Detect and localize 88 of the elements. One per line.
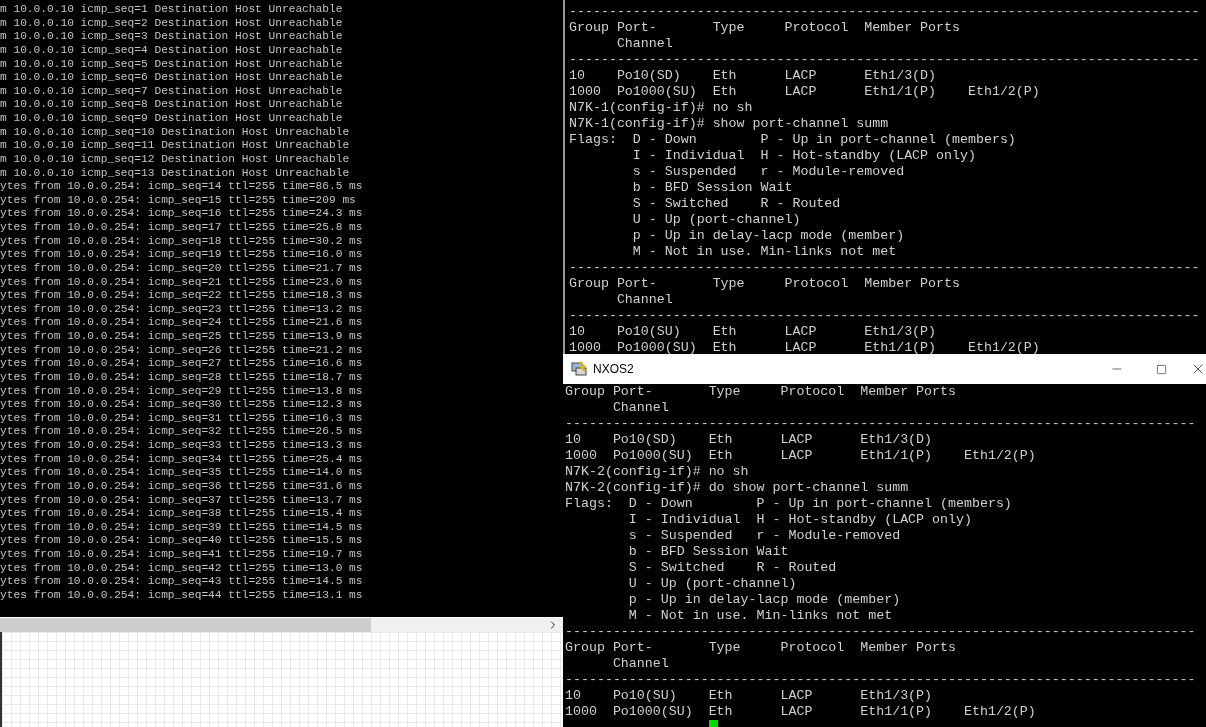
terminal-line: Flags: D - Down P - Up in port-channel (members)	[569, 132, 1016, 148]
terminal-line: ytes from 10.0.0.254: icmp_seq=25 ttl=255 time=13.9 ms	[0, 330, 363, 344]
terminal-line: U - Up (port-channel)	[631, 212, 801, 228]
terminal-line: ytes from 10.0.0.254: icmp_seq=32 ttl=255 time=26.5 ms	[0, 425, 363, 439]
terminal-line: ytes from 10.0.0.254: icmp_seq=41 ttl=255 time=19.7 ms	[0, 548, 363, 562]
terminal-line: S - Switched R - Routed	[631, 196, 841, 212]
terminal-line: m 10.0.0.10 icmp_seq=4 Destination Host Unreachable	[0, 43, 343, 58]
terminal-line: b - BFD Session Wait	[627, 544, 789, 560]
terminal-line: m 10.0.0.10 icmp_seq=9 Destination Host Unreachable	[0, 112, 343, 126]
terminal-line: Group Port- Type Protocol Member Ports	[569, 20, 960, 36]
terminal-line: -------------------------------------------------------------------------------	[569, 260, 1200, 276]
terminal-line: 1000 Po1000(SU) Eth LACP Eth1/1(P) Eth1/2(P)	[565, 704, 1036, 720]
terminal-line: ytes from 10.0.0.254: icmp_seq=37 ttl=255 time=13.7 ms	[0, 493, 363, 508]
terminal-line: m 10.0.0.10 icmp_seq=3 Destination Host Unreachable	[0, 30, 343, 44]
terminal-line: Channel	[615, 292, 673, 308]
terminal-line: N7K-1(config-if)# no sh	[569, 100, 753, 116]
terminal-line: -------------------------------------------------------------------------------	[569, 308, 1200, 324]
terminal-line: -------------------------------------------------------------------------------	[569, 4, 1200, 20]
terminal-line: ytes from 10.0.0.254: icmp_seq=19 ttl=255 time=16.0 ms	[0, 248, 363, 262]
terminal-line: ytes from 10.0.0.254: icmp_seq=30 ttl=255 time=12.3 ms	[0, 398, 363, 412]
terminal-line: M - Not in use. Min-links not met	[631, 244, 897, 260]
terminal-line: ytes from 10.0.0.254: icmp_seq=28 ttl=255 time=18.7 ms	[0, 370, 363, 385]
terminal-line: Group Port- Type Protocol Member Ports	[565, 640, 956, 656]
terminal-line: Flags: D - Down P - Up in port-channel (members)	[565, 496, 1012, 512]
terminal-line: Group Port- Type Protocol Member Ports	[569, 276, 960, 292]
terminal-line: ytes from 10.0.0.254: icmp_seq=24 ttl=255 time=21.6 ms	[0, 316, 363, 330]
terminal-line: ytes from 10.0.0.254: icmp_seq=23 ttl=255 time=13.2 ms	[0, 302, 363, 317]
window-title: NXOS2	[593, 362, 634, 376]
terminal-line: m 10.0.0.10 icmp_seq=2 Destination Host Unreachable	[0, 16, 343, 31]
terminal-line: ytes from 10.0.0.254: icmp_seq=20 ttl=255 time=21.7 ms	[0, 261, 363, 276]
terminal-line: ytes from 10.0.0.254: icmp_seq=29 ttl=255 time=13.8 ms	[0, 384, 363, 399]
terminal-line: S - Switched R - Routed	[627, 560, 837, 576]
terminal-line: 10 Po10(SD) Eth LACP Eth1/3(D)	[565, 432, 933, 448]
terminal-line: N7K-1(config-if)# show port-channel summ	[569, 116, 889, 132]
terminal-line: ytes from 10.0.0.254: icmp_seq=26 ttl=255 time=21.2 ms	[0, 343, 363, 358]
terminal-line: m 10.0.0.10 icmp_seq=10 Destination Host Unreachable	[0, 125, 350, 140]
terminal-line: ytes from 10.0.0.254: icmp_seq=18 ttl=255 time=30.2 ms	[0, 234, 363, 249]
terminal-line: ytes from 10.0.0.254: icmp_seq=31 ttl=255 time=16.3 ms	[0, 411, 363, 426]
terminal-line: Channel	[611, 656, 669, 672]
terminal-line: ytes from 10.0.0.254: icmp_seq=17 ttl=255 time=25.8 ms	[0, 221, 363, 235]
terminal-line: -------------------------------------------------------------------------------	[569, 52, 1200, 68]
terminal-line: Channel	[611, 400, 669, 416]
terminal-line: m 10.0.0.10 icmp_seq=13 Destination Host Unreachable	[0, 166, 350, 181]
terminal-line: ytes from 10.0.0.254: icmp_seq=15 ttl=255 time=209 ms	[0, 193, 356, 208]
terminal-line: ytes from 10.0.0.254: icmp_seq=38 ttl=255 time=15.4 ms	[0, 507, 363, 521]
terminal-line: ytes from 10.0.0.254: icmp_seq=14 ttl=255 time=86.5 ms	[0, 180, 363, 194]
terminal-line: -------------------------------------------------------------------------------	[565, 672, 1196, 688]
terminal-line: N7K-2(config-if)# do show port-channel summ	[565, 480, 909, 496]
terminal-line: m 10.0.0.10 icmp_seq=7 Destination Host Unreachable	[0, 84, 343, 99]
terminal-line: -------------------------------------------------------------------------------	[565, 416, 1196, 432]
terminal-line: ytes from 10.0.0.254: icmp_seq=42 ttl=255 time=13.0 ms	[0, 561, 363, 576]
terminal-line: m 10.0.0.10 icmp_seq=1 Destination Host Unreachable	[0, 3, 343, 17]
terminal-line: 1000 Po1000(SU) Eth LACP Eth1/1(P) Eth1/2(P)	[569, 84, 1040, 100]
terminal-line: s - Suspended r - Module-removed	[631, 164, 905, 180]
terminal-line: m 10.0.0.10 icmp_seq=11 Destination Host Unreachable	[0, 139, 350, 153]
terminal-line: m 10.0.0.10 icmp_seq=12 Destination Host Unreachable	[0, 152, 350, 167]
terminal-line: -------------------------------------------------------------------------------	[565, 624, 1196, 640]
terminal-line: M - Not in use. Min-links not met	[627, 608, 893, 624]
terminal-line: I - Individual H - Hot-standby (LACP only)	[631, 148, 976, 164]
terminal-line: m 10.0.0.10 icmp_seq=6 Destination Host Unreachable	[0, 71, 343, 85]
terminal-line: ytes from 10.0.0.254: icmp_seq=21 ttl=255 time=23.0 ms	[0, 275, 363, 290]
terminal-line: ytes from 10.0.0.254: icmp_seq=27 ttl=255 time=16.6 ms	[0, 357, 363, 371]
terminal-line: ytes from 10.0.0.254: icmp_seq=16 ttl=255 time=24.3 ms	[0, 207, 363, 221]
terminal-line: ytes from 10.0.0.254: icmp_seq=40 ttl=255 time=15.5 ms	[0, 534, 363, 548]
terminal-line: ytes from 10.0.0.254: icmp_seq=34 ttl=255 time=25.4 ms	[0, 452, 363, 467]
terminal-line: 1000 Po1000(SU) Eth LACP Eth1/1(P) Eth1/2(P)	[565, 448, 1036, 464]
terminal-line: ytes from 10.0.0.254: icmp_seq=39 ttl=255 time=14.5 ms	[0, 520, 363, 535]
terminal-line: m 10.0.0.10 icmp_seq=5 Destination Host Unreachable	[0, 57, 343, 72]
terminal-line: s - Suspended r - Module-removed	[627, 528, 901, 544]
terminal-line: Group Port- Type Protocol Member Ports	[565, 384, 956, 400]
terminal-line: ytes from 10.0.0.254: icmp_seq=22 ttl=255 time=18.3 ms	[0, 289, 363, 303]
terminal-line: ytes from 10.0.0.254: icmp_seq=43 ttl=255 time=14.5 ms	[0, 575, 363, 589]
terminal-line: N7K-2(config-if)# no sh	[565, 464, 749, 480]
terminal-line: 10 Po10(SU) Eth LACP Eth1/3(P)	[569, 324, 937, 340]
terminal-line: 1000 Po1000(SU) Eth LACP Eth1/1(P) Eth1/2(P)	[569, 340, 1040, 354]
terminal-line: ytes from 10.0.0.254: icmp_seq=33 ttl=255 time=13.3 ms	[0, 439, 363, 453]
terminal-line: 10 Po10(SD) Eth LACP Eth1/3(D)	[569, 68, 937, 84]
terminal-line: 10 Po10(SU) Eth LACP Eth1/3(P)	[565, 688, 933, 704]
terminal-line: ytes from 10.0.0.254: icmp_seq=35 ttl=255 time=14.0 ms	[0, 466, 363, 480]
terminal-line: p - Up in delay-lacp mode (member)	[627, 592, 901, 608]
terminal-line: ytes from 10.0.0.254: icmp_seq=44 ttl=255 time=13.1 ms	[0, 588, 363, 603]
terminal-line: U - Up (port-channel)	[627, 576, 797, 592]
terminal-line: ytes from 10.0.0.254: icmp_seq=36 ttl=255 time=31.6 ms	[0, 479, 363, 494]
terminal-line: Channel	[615, 36, 673, 52]
terminal-line: I - Individual H - Hot-standby (LACP only)	[627, 512, 972, 528]
terminal-line: b - BFD Session Wait	[631, 180, 793, 196]
terminal-line: p - Up in delay-lacp mode (member)	[631, 228, 905, 244]
terminal-line: m 10.0.0.10 icmp_seq=8 Destination Host Unreachable	[0, 98, 343, 112]
